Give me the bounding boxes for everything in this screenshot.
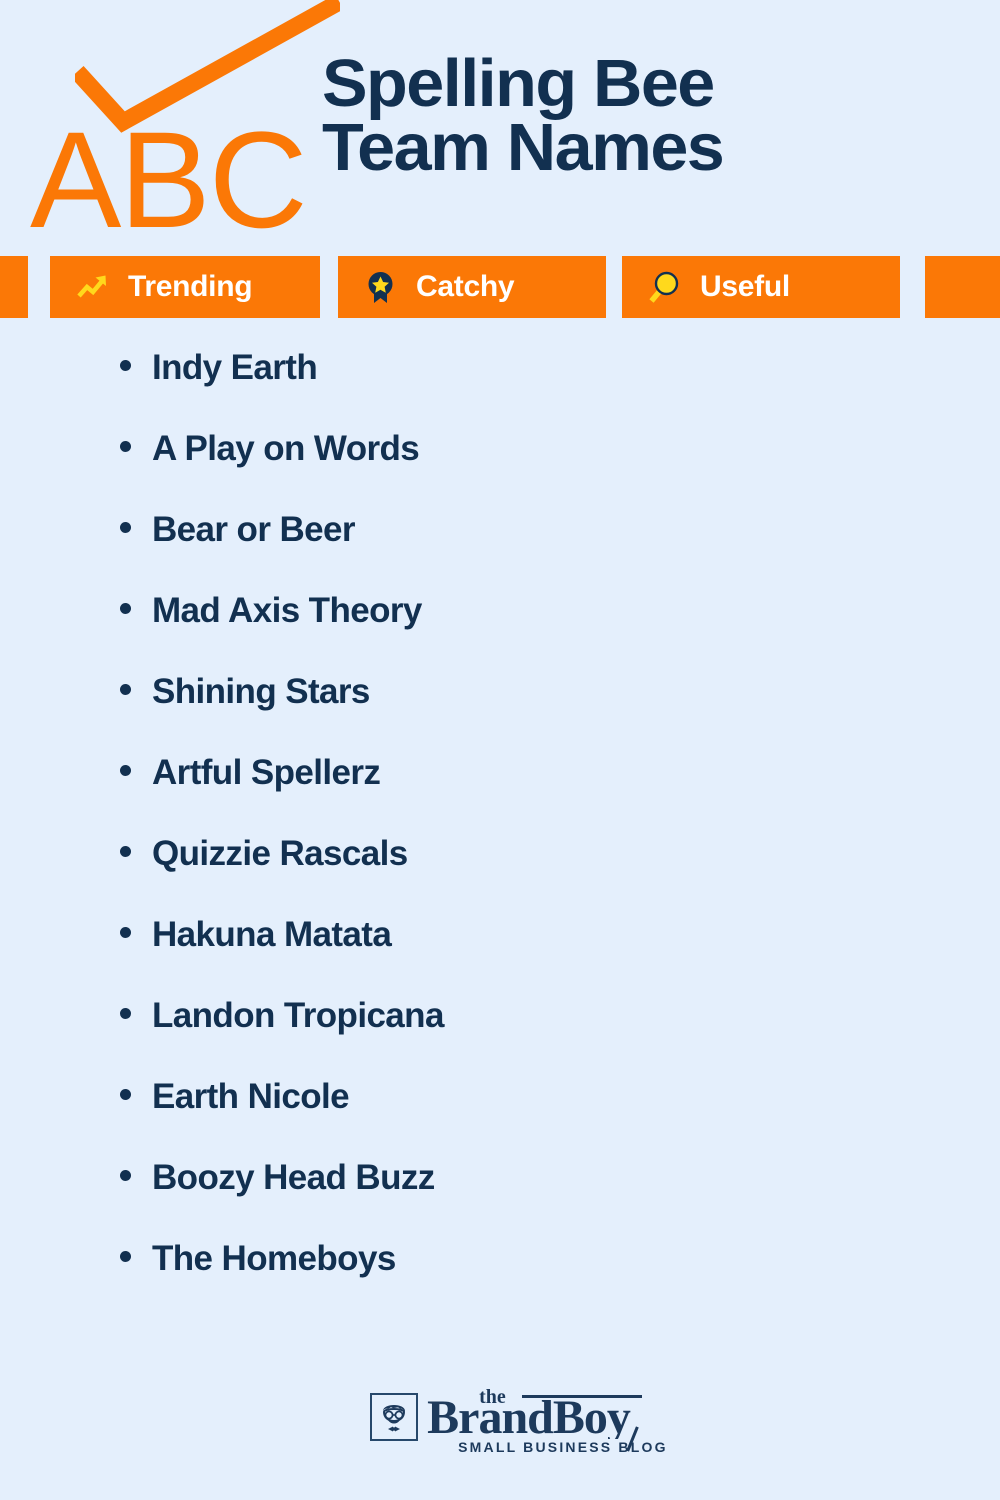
logo-rule [522, 1395, 643, 1398]
list-item: Indy Earth [120, 350, 444, 431]
list-item: Boozy Head Buzz [120, 1160, 444, 1241]
badge-strip: Trending Catchy Useful [0, 256, 1000, 318]
team-name-label: Bear or Beer [152, 510, 356, 549]
bullet-icon [120, 684, 131, 695]
team-name-label: Landon Tropicana [152, 996, 444, 1035]
badge-label: Trending [128, 270, 253, 303]
bullet-icon [120, 603, 131, 614]
bullet-icon [120, 1170, 131, 1181]
list-item: Earth Nicole [120, 1079, 444, 1160]
badge-trending[interactable]: Trending [50, 256, 320, 318]
column-right: WannabeesGoogle UnitedAurora AcesFake Ne… [444, 350, 1000, 1360]
team-name-label: Mad Axis Theory [152, 591, 422, 630]
team-name-label: Earth Nicole [152, 1077, 350, 1116]
badge-label: Catchy [416, 270, 515, 303]
bullet-icon [120, 360, 131, 371]
team-name-label: Boozy Head Buzz [152, 1158, 435, 1197]
bullet-icon [120, 846, 131, 857]
logo-name: BrandBoy [427, 1391, 631, 1444]
bullet-icon [120, 927, 131, 938]
list-item: Bear or Beer [120, 512, 444, 593]
header: ABC Spelling Bee Team Names [0, 0, 1000, 258]
column-left: Indy Earth A Play on Words Bear or Beer Mad… [0, 350, 444, 1360]
logo-the: the [479, 1386, 506, 1408]
title-line-2: Team Names [322, 109, 725, 185]
list-item: Quizzie Rascals [120, 836, 444, 917]
bullet-icon [120, 765, 131, 776]
bullet-icon [120, 1008, 131, 1019]
logo-wordmark: the BrandBoy SMALL BUSINESS BLOG [427, 1387, 671, 1455]
infographic-page: ABC Spelling Bee Team Names Trending Cat… [0, 0, 1000, 1500]
team-name-label: Hakuna Matata [152, 915, 392, 954]
badge-label: Useful [700, 270, 790, 303]
badge-catchy[interactable]: Catchy [338, 256, 606, 318]
team-name-label: Indy Earth [152, 348, 318, 387]
team-name-label: Artful Spellerz [152, 753, 381, 792]
brandboy-logo[interactable]: the BrandBoy SMALL BUSINESS BLOG [370, 1387, 671, 1455]
footer: the BrandBoy SMALL BUSINESS BLOG [0, 1387, 1000, 1492]
list-item: Mad Axis Theory [120, 593, 444, 674]
bullet-icon [120, 1251, 131, 1262]
list-item: A Play on Words [120, 431, 444, 512]
team-name-label: The Homeboys [152, 1239, 396, 1278]
list-item: Hakuna Matata [120, 917, 444, 998]
list-item: Artful Spellerz [120, 755, 444, 836]
strip-cap-right [925, 256, 1000, 318]
list-item: Landon Tropicana [120, 998, 444, 1079]
team-name-label: A Play on Words [152, 429, 420, 468]
title-line-1: Spelling Bee [322, 46, 715, 121]
list-item: The Homeboys [120, 1241, 444, 1322]
team-name-label: Quizzie Rascals [152, 834, 408, 873]
list-left: Indy Earth A Play on Words Bear or Beer Mad… [120, 350, 444, 1322]
bullet-icon [120, 441, 131, 452]
bullet-icon [120, 1089, 131, 1100]
trending-arrow-icon [77, 275, 106, 298]
bullet-icon [120, 522, 131, 533]
team-name-lists: Indy Earth A Play on Words Bear or Beer Mad… [0, 350, 1000, 1360]
boy-face-icon [370, 1393, 419, 1441]
team-name-label: Shining Stars [152, 672, 370, 711]
list-right: WannabeesGoogle UnitedAurora AcesFake Ne… [444, 350, 1000, 1322]
award-ribbon-icon [368, 272, 393, 303]
logo-tagline: SMALL BUSINESS BLOG [455, 1439, 671, 1455]
abc-decoration: ABC [30, 104, 308, 257]
page-title: Spelling Bee Team Names [322, 50, 982, 180]
magnifier-icon [649, 271, 679, 303]
badge-useful[interactable]: Useful [622, 256, 900, 318]
list-item: Shining Stars [120, 674, 444, 755]
strip-cap-left [0, 256, 28, 318]
